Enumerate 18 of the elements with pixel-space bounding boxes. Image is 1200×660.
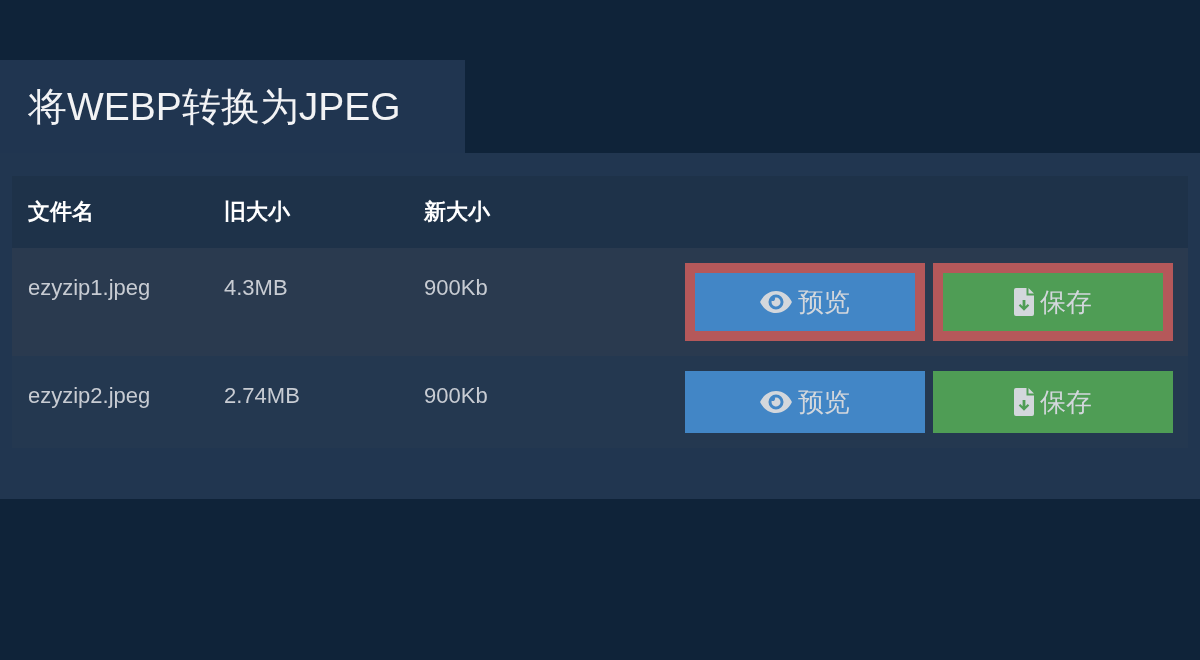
preview-button[interactable]: 预览 (685, 371, 925, 433)
new-size-cell-text: 900Kb (423, 382, 489, 410)
page-title: 将WEBP转换为JPEG (0, 60, 465, 153)
old-size-cell-text: 4.3MB (223, 274, 289, 302)
file-name-cell-text: ezyzip1.jpeg (27, 274, 152, 302)
save-button[interactable]: 保存 (933, 371, 1173, 433)
column-header: 旧大小 (223, 198, 291, 226)
eye-icon (760, 291, 792, 313)
old-size-cell-text: 2.74MB (223, 382, 301, 410)
save-button[interactable]: 保存 (933, 263, 1173, 341)
preview-button[interactable]: 预览 (685, 263, 925, 341)
column-header: 文件名 (27, 198, 95, 226)
file-name-cell-text: ezyzip2.jpeg (27, 382, 152, 410)
column-header: 新大小 (423, 198, 491, 226)
file-download-icon (1014, 388, 1034, 416)
new-size-cell-text: 900Kb (423, 274, 489, 302)
file-download-icon (1014, 288, 1034, 316)
eye-icon (760, 391, 792, 413)
